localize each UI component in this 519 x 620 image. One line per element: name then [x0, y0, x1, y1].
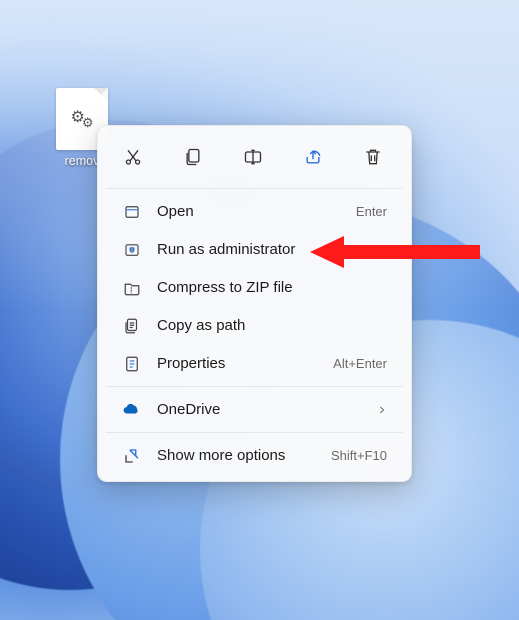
menu-divider: [106, 432, 403, 433]
menu-item-label: Show more options: [157, 447, 315, 464]
menu-item-label: OneDrive: [157, 401, 361, 418]
menu-item-label: Properties: [157, 355, 317, 372]
cut-button[interactable]: [116, 140, 150, 174]
share-button[interactable]: [296, 140, 330, 174]
menu-item-shortcut: Enter: [356, 204, 387, 219]
menu-item-compress[interactable]: Compress to ZIP file: [104, 269, 405, 306]
copy-path-icon: [122, 316, 141, 335]
copy-button[interactable]: [176, 140, 210, 174]
share-icon: [303, 147, 323, 167]
context-menu: Open Enter Run as administrator Compress…: [97, 125, 412, 482]
menu-item-copy-path[interactable]: Copy as path: [104, 307, 405, 344]
menu-item-label: Copy as path: [157, 317, 387, 334]
rename-button[interactable]: [236, 140, 270, 174]
onedrive-icon: [122, 400, 141, 419]
zip-icon: [122, 278, 141, 297]
desktop-shortcut-label: remov: [65, 154, 100, 168]
quick-actions-row: [98, 134, 411, 184]
more-options-icon: [122, 446, 141, 465]
menu-item-more-options[interactable]: Show more options Shift+F10: [104, 437, 405, 474]
menu-item-onedrive[interactable]: OneDrive: [104, 391, 405, 428]
open-icon: [122, 202, 141, 221]
menu-item-label: Run as administrator: [157, 241, 387, 258]
menu-item-open[interactable]: Open Enter: [104, 193, 405, 230]
menu-item-label: Open: [157, 203, 340, 220]
menu-divider: [106, 188, 403, 189]
menu-item-properties[interactable]: Properties Alt+Enter: [104, 345, 405, 382]
copy-icon: [183, 147, 203, 167]
delete-icon: [363, 147, 383, 167]
delete-button[interactable]: [356, 140, 390, 174]
properties-icon: [122, 354, 141, 373]
chevron-right-icon: [377, 405, 387, 415]
rename-icon: [243, 147, 263, 167]
menu-item-run-as-admin[interactable]: Run as administrator: [104, 231, 405, 268]
cut-icon: [123, 147, 143, 167]
shield-icon: [122, 240, 141, 259]
menu-item-shortcut: Alt+Enter: [333, 356, 387, 371]
menu-item-shortcut: Shift+F10: [331, 448, 387, 463]
menu-divider: [106, 386, 403, 387]
menu-item-label: Compress to ZIP file: [157, 279, 387, 296]
